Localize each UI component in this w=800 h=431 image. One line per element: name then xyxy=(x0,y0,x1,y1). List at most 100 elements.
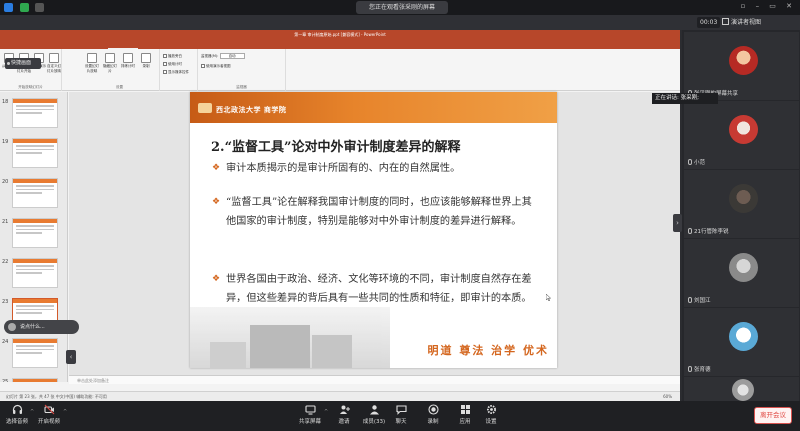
participants-button[interactable]: 成员(33) xyxy=(359,404,389,425)
thumbnail-number: 20 xyxy=(2,179,9,185)
slide-thumbnail[interactable] xyxy=(12,338,58,368)
participant-tile[interactable]: 张育德 xyxy=(684,308,799,376)
ribbon-group-setup: 设置幻灯片放映 隐藏幻灯片 排练计时 录制 设置 xyxy=(80,49,160,91)
audio-button[interactable]: 选择音频 xyxy=(2,404,32,425)
slide-heading: 2.“监督工具”论对中外审计制度差异的解释 xyxy=(211,140,461,155)
view-toggle[interactable]: 演讲者视图 xyxy=(722,17,761,28)
participant-tile[interactable]: 21行管陈李锐 xyxy=(684,170,799,238)
notes-pane[interactable]: 单击此处添加备注 xyxy=(69,375,680,384)
slide-thumbnail[interactable] xyxy=(12,98,58,128)
thumbnail-number: 21 xyxy=(2,219,9,225)
meeting-header: 00:03 演讲者视图 xyxy=(0,15,800,30)
ribbon-group-label: 监视器 xyxy=(236,85,247,89)
presenter-view-check[interactable]: 使用演示者视图 xyxy=(201,64,231,69)
headset-icon xyxy=(12,404,23,415)
chat-button[interactable]: 聊天 xyxy=(386,404,416,425)
avatar xyxy=(729,115,758,144)
play-narration-check[interactable]: 播放旁白 xyxy=(163,54,182,59)
speaking-indicator: 正在讲话: 张采刚; xyxy=(652,93,718,104)
thumbnail-number: 25 xyxy=(2,379,9,382)
recording-badge[interactable]: 快捷画面 xyxy=(5,58,41,69)
window-controls[interactable]: ▫ – ▭ ✕ xyxy=(741,2,796,10)
apps-icon xyxy=(460,404,471,415)
participant-name: 刘国江 xyxy=(688,296,711,304)
share-screen-icon xyxy=(304,404,316,415)
use-timings-check[interactable]: 使用计时 xyxy=(163,62,182,67)
chevron-up-icon[interactable]: ^ xyxy=(324,409,328,415)
show-media-controls-check[interactable]: 显示媒体控件 xyxy=(163,70,189,75)
chevron-right-icon[interactable]: › xyxy=(673,214,682,232)
gear-icon xyxy=(486,404,497,415)
ppt-ribbon: 从头开始 从当前幻灯片开始 联机演示 自定义幻灯片放映 开始放映幻灯片 设置幻灯… xyxy=(0,49,680,91)
ribbon-group-options: 播放旁白 使用计时 显示媒体控件 xyxy=(160,49,198,91)
diamond-bullet-icon: ❖ xyxy=(212,197,221,207)
status-text: 幻灯片 第 23 张，共 47 张 中文(中国) 辅助功能: 不可用 xyxy=(6,394,107,399)
chat-prompt-input[interactable]: 说点什么... xyxy=(4,320,79,334)
participant-name: 小范 xyxy=(688,158,705,166)
invite-button[interactable]: 邀请 xyxy=(329,404,359,425)
thumbnail-number: 24 xyxy=(2,339,9,345)
view-toggle-label: 演讲者视图 xyxy=(731,19,762,26)
screen-share-banner: 您正在观看张采刚的屏幕 xyxy=(356,1,448,14)
chat-icon xyxy=(395,404,407,415)
record-icon xyxy=(427,404,439,415)
video-button[interactable]: 开启视频 xyxy=(34,404,64,425)
custom-show-button[interactable]: 自定义幻灯片放映 xyxy=(47,53,61,74)
slide-thumbnail[interactable] xyxy=(12,258,58,288)
meeting-timer: 00:03 xyxy=(697,17,721,28)
shield-icon xyxy=(20,3,29,12)
settings-button[interactable]: 设置 xyxy=(476,404,506,425)
chevron-up-icon[interactable]: ^ xyxy=(63,409,67,415)
meeting-toolbar: 选择音频 ^ 开启视频 ^ 共享屏幕 ^ 邀请 成员(33) 聊天 录制 应用 … xyxy=(0,401,800,431)
record-button[interactable]: 录制 xyxy=(138,53,154,69)
current-slide: 西北政法大学 商学院 2.“监督工具”论对中外审计制度差异的解释 ❖ 审计本质揭示… xyxy=(190,92,557,368)
school-logo xyxy=(198,103,212,113)
participant-tile[interactable] xyxy=(684,377,799,401)
ppt-title-bar: 第一章 审计制度原始.ppt [兼容模式] - PowerPoint xyxy=(0,30,680,39)
participant-tile[interactable]: 张采刚的屏幕共享 xyxy=(684,32,799,100)
slide-bullet: ❖ 世界各国由于政治、经济、文化等环境的不同，审计制度自然存在差异，但这些差异的背… xyxy=(212,270,542,308)
rehearse-button[interactable]: 排练计时 xyxy=(120,53,136,69)
participant-name: 21行管陈李锐 xyxy=(688,227,729,235)
record-meeting-button[interactable]: 录制 xyxy=(418,404,448,425)
ppt-status-bar: 幻灯片 第 23 张，共 47 张 中文(中国) 辅助功能: 不可用 60% xyxy=(0,391,680,401)
leave-meeting-button[interactable]: 离开会议 xyxy=(754,407,792,424)
share-screen-button[interactable]: 共享屏幕 xyxy=(295,404,325,425)
participant-tile[interactable]: 刘国江 xyxy=(684,239,799,307)
invite-icon xyxy=(339,404,350,415)
slide-thumbnail-pane: 18 19 20 21 22 23 24 25 xyxy=(0,92,68,382)
thumbnail-number: 22 xyxy=(2,259,9,265)
ribbon-group-label: 开始放映幻灯片 xyxy=(18,85,43,89)
school-motto: 明道 尊法 治学 优术 xyxy=(427,344,549,357)
ribbon-group-label: 设置 xyxy=(116,85,123,89)
slide-header-banner: 西北政法大学 商学院 xyxy=(190,92,557,123)
avatar xyxy=(732,379,754,401)
diamond-bullet-icon: ❖ xyxy=(212,274,221,284)
chevron-left-icon[interactable]: ‹ xyxy=(66,350,76,364)
participant-tile[interactable]: 小范 xyxy=(684,101,799,169)
ribbon-group-start-show: 从头开始 从当前幻灯片开始 联机演示 自定义幻灯片放映 开始放映幻灯片 xyxy=(0,49,62,91)
setup-show-button[interactable]: 设置幻灯片放映 xyxy=(84,53,100,74)
mic-off-icon xyxy=(688,297,692,303)
avatar xyxy=(729,46,758,75)
avatar xyxy=(729,184,758,213)
thumbnail-number: 23 xyxy=(2,299,9,305)
monitor-select[interactable]: 监视器(M): 自动 xyxy=(201,53,245,59)
slide-thumbnail[interactable] xyxy=(12,138,58,168)
mouse-cursor-icon xyxy=(546,294,552,301)
participant-name: 张育德 xyxy=(688,365,711,373)
grid-icon xyxy=(722,18,729,25)
diamond-bullet-icon: ❖ xyxy=(212,163,221,173)
slide-bullet: ❖ “监督工具”论在解释我国审计制度的同时，也应该能够解释世界上其他国家的审计制度… xyxy=(212,193,542,231)
hide-slide-button[interactable]: 隐藏幻灯片 xyxy=(102,53,118,74)
campus-photo xyxy=(190,307,390,368)
mic-off-icon xyxy=(688,159,692,165)
ppt-ribbon-tabs: 文件开始插入设计切换动画幻灯片放映录制审阅视图帮助PDFelement百度网盘操… xyxy=(0,39,680,58)
slide-thumbnail[interactable] xyxy=(12,178,58,208)
avatar xyxy=(729,253,758,282)
slide-thumbnail[interactable] xyxy=(12,378,58,382)
school-name: 西北政法大学 商学院 xyxy=(216,106,287,114)
thumbnail-number: 19 xyxy=(2,139,9,145)
slide-thumbnail[interactable] xyxy=(12,218,58,248)
thumbnail-number: 18 xyxy=(2,99,9,105)
